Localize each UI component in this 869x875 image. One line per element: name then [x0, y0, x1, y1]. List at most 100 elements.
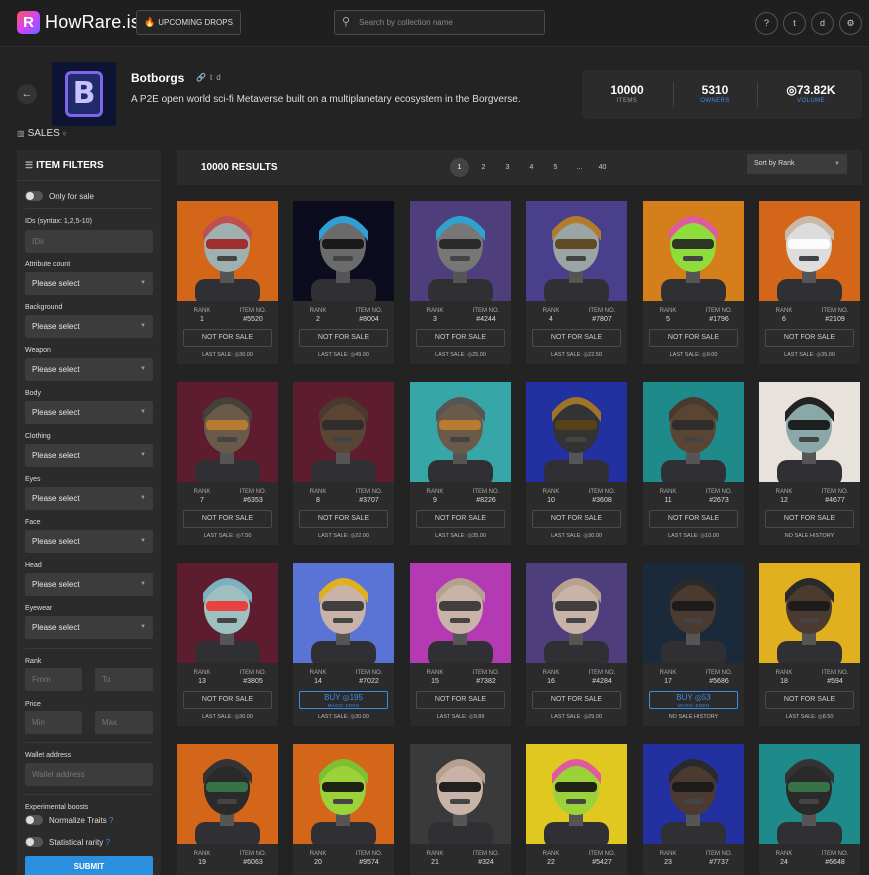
nft-image[interactable]: [293, 201, 394, 301]
nft-image[interactable]: [177, 201, 278, 301]
nft-image[interactable]: [410, 563, 511, 663]
nft-card[interactable]: RANK 19 ITEM NO. #6063: [177, 744, 278, 875]
robot-illustration: [195, 759, 260, 844]
price-max-input[interactable]: [95, 711, 153, 734]
nft-card[interactable]: RANK 7 ITEM NO. #6353 NOT FOR SALE LAST SA…: [177, 382, 278, 545]
nft-card[interactable]: RANK 9 ITEM NO. #8226 NOT FOR SALE LAST SA…: [410, 382, 511, 545]
nft-card[interactable]: RANK 11 ITEM NO. #2673 NOT FOR SALE LAST S…: [643, 382, 744, 545]
nft-card[interactable]: RANK 5 ITEM NO. #1796 NOT FOR SALE LAST SA…: [643, 201, 744, 364]
nft-image[interactable]: [759, 744, 860, 844]
nft-card[interactable]: RANK 3 ITEM NO. #4244 NOT FOR SALE LAST SA…: [410, 201, 511, 364]
nft-card[interactable]: RANK 13 ITEM NO. #3805 NOT FOR SALE LAST S…: [177, 563, 278, 726]
nft-card[interactable]: RANK 18 ITEM NO. #594 NOT FOR SALE LAST SA…: [759, 563, 860, 726]
nft-image[interactable]: [177, 744, 278, 844]
nft-image[interactable]: [526, 563, 627, 663]
only-for-sale-toggle[interactable]: [25, 191, 43, 201]
not-for-sale-badge: NOT FOR SALE: [299, 329, 388, 347]
twitter-icon[interactable]: t: [783, 12, 806, 35]
nft-image[interactable]: [759, 201, 860, 301]
page-link[interactable]: 40: [593, 158, 612, 177]
nft-card[interactable]: RANK 20 ITEM NO. #9574: [293, 744, 394, 875]
nft-card[interactable]: RANK 14 ITEM NO. #7022 BUY ◎195 MAGIC EDEN …: [293, 563, 394, 726]
nft-image[interactable]: [526, 744, 627, 844]
nft-image[interactable]: [759, 563, 860, 663]
attribute-select[interactable]: Please select ▼: [25, 616, 153, 639]
nft-card[interactable]: RANK 12 ITEM NO. #4677 NOT FOR SALE NO SAL…: [759, 382, 860, 545]
nft-card[interactable]: RANK 16 ITEM NO. #4284 NOT FOR SALE LAST S…: [526, 563, 627, 726]
sort-select[interactable]: Sort by Rank ▼: [747, 154, 847, 174]
nft-card[interactable]: RANK 6 ITEM NO. #2109 NOT FOR SALE LAST SA…: [759, 201, 860, 364]
discord-icon[interactable]: d: [811, 12, 834, 35]
nft-image[interactable]: [526, 382, 627, 482]
nft-image[interactable]: [643, 744, 744, 844]
buy-button[interactable]: BUY ◎53 MAGIC EDEN: [649, 691, 738, 709]
nft-card[interactable]: RANK 21 ITEM NO. #324: [410, 744, 511, 875]
app-name[interactable]: HowRare.is: [45, 12, 140, 33]
nft-card[interactable]: RANK 24 ITEM NO. #6648: [759, 744, 860, 875]
nft-image[interactable]: [526, 201, 627, 301]
collection-stats: 10000 ITEMS 5310 OWNERS ◎73.82K VOLUME: [582, 70, 862, 119]
nft-image[interactable]: [410, 744, 511, 844]
nft-card[interactable]: RANK 17 ITEM NO. #5686 BUY ◎53 MAGIC EDEN N…: [643, 563, 744, 726]
buy-button[interactable]: BUY ◎195 MAGIC EDEN: [299, 691, 388, 709]
page-link[interactable]: 5: [546, 158, 565, 177]
normalize-traits-toggle[interactable]: [25, 815, 43, 825]
price-min-input[interactable]: [25, 711, 82, 734]
nft-card[interactable]: RANK 4 ITEM NO. #7807 NOT FOR SALE LAST SA…: [526, 201, 627, 364]
nft-image[interactable]: [643, 563, 744, 663]
nft-card[interactable]: RANK 8 ITEM NO. #3707 NOT FOR SALE LAST SA…: [293, 382, 394, 545]
rank-cell: RANK 20: [293, 850, 343, 867]
page-link[interactable]: 2: [474, 158, 493, 177]
statistical-rarity-toggle[interactable]: [25, 837, 43, 847]
attribute-select[interactable]: Please select ▼: [25, 401, 153, 424]
wallet-input[interactable]: [25, 763, 153, 786]
nft-image[interactable]: [177, 382, 278, 482]
nft-image[interactable]: [410, 382, 511, 482]
rank-from-input[interactable]: [25, 668, 82, 691]
nft-image[interactable]: [293, 563, 394, 663]
nft-image[interactable]: [643, 382, 744, 482]
sales-toggle[interactable]: ▥ SALES ▿: [17, 128, 66, 139]
attribute-select[interactable]: Please select ▼: [25, 272, 153, 295]
upcoming-drops-button[interactable]: 🔥 UPCOMING DROPS: [136, 10, 241, 35]
nft-card[interactable]: RANK 10 ITEM NO. #3608 NOT FOR SALE LAST S…: [526, 382, 627, 545]
nft-image[interactable]: [410, 201, 511, 301]
help-icon[interactable]: ?: [109, 816, 113, 825]
nft-card[interactable]: RANK 23 ITEM NO. #7737: [643, 744, 744, 875]
rank-value: 12: [780, 497, 788, 504]
attribute-select[interactable]: Please select ▼: [25, 530, 153, 553]
nft-card[interactable]: RANK 15 ITEM NO. #7382 NOT FOR SALE LAST S…: [410, 563, 511, 726]
page-link[interactable]: 1: [450, 158, 469, 177]
item-value: #6353: [243, 497, 263, 504]
page-link[interactable]: 4: [522, 158, 541, 177]
settings-icon[interactable]: ⚙: [839, 12, 862, 35]
nft-image[interactable]: [293, 744, 394, 844]
discord-icon[interactable]: d: [216, 73, 224, 82]
collection-search[interactable]: ⚲: [334, 10, 545, 35]
nft-image[interactable]: [759, 382, 860, 482]
attribute-select[interactable]: Please select ▼: [25, 315, 153, 338]
ids-input[interactable]: [25, 230, 153, 253]
page-link[interactable]: ...: [570, 158, 589, 177]
nft-image[interactable]: [643, 201, 744, 301]
logo-icon[interactable]: R: [17, 11, 40, 34]
nft-image[interactable]: [177, 563, 278, 663]
link-icon[interactable]: 🔗: [196, 73, 210, 82]
nft-card[interactable]: RANK 22 ITEM NO. #5427: [526, 744, 627, 875]
select-placeholder: Please select: [32, 451, 80, 460]
rank-to-input[interactable]: [95, 668, 153, 691]
attribute-select[interactable]: Please select ▼: [25, 444, 153, 467]
not-for-sale-badge: NOT FOR SALE: [183, 691, 272, 709]
nft-card[interactable]: RANK 1 ITEM NO. #5520 NOT FOR SALE LAST SA…: [177, 201, 278, 364]
help-icon[interactable]: ?: [105, 838, 109, 847]
attribute-select[interactable]: Please select ▼: [25, 487, 153, 510]
page-link[interactable]: 3: [498, 158, 517, 177]
attribute-select[interactable]: Please select ▼: [25, 358, 153, 381]
search-input[interactable]: [359, 11, 539, 34]
attribute-select[interactable]: Please select ▼: [25, 573, 153, 596]
nft-image[interactable]: [293, 382, 394, 482]
submit-button[interactable]: SUBMIT: [25, 856, 153, 875]
back-arrow-icon[interactable]: ←: [17, 84, 37, 104]
help-icon[interactable]: ?: [755, 12, 778, 35]
nft-card[interactable]: RANK 2 ITEM NO. #8004 NOT FOR SALE LAST SA…: [293, 201, 394, 364]
